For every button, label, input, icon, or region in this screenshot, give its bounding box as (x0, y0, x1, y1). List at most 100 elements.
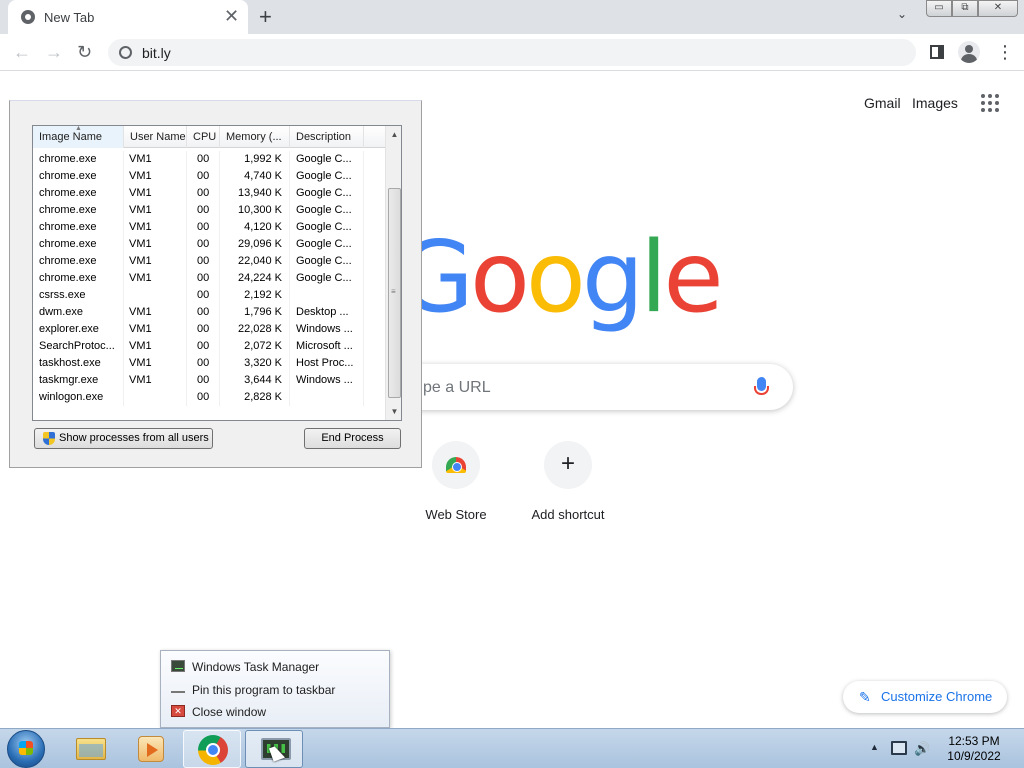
scrollbar-grip-icon: ≡ (391, 287, 396, 296)
jump-list-item-pin[interactable]: Pin this program to taskbar (161, 679, 389, 701)
network-icon[interactable] (891, 741, 907, 755)
shortcut-add[interactable]: + Add shortcut (512, 441, 624, 522)
process-row[interactable]: chrome.exe VM1 00 24,224 K Google C... (33, 270, 385, 287)
column-header-filler (364, 126, 385, 148)
process-row[interactable]: taskhost.exe VM1 00 3,320 K Host Proc... (33, 355, 385, 372)
column-header-image-name[interactable]: ▲ Image Name (33, 126, 124, 148)
taskbar-explorer[interactable] (61, 730, 119, 768)
site-info-icon[interactable] (119, 46, 132, 59)
process-memory: 4,120 K (220, 219, 290, 236)
reload-button[interactable]: ↻ (77, 41, 92, 63)
process-row[interactable]: SearchProtoc... VM1 00 2,072 K Microsoft ... (33, 338, 385, 355)
process-cpu: 00 (187, 151, 220, 168)
process-list[interactable]: ▲ Image Name User Name CPU Memory (... D… (32, 125, 402, 421)
process-image-name: chrome.exe (33, 253, 124, 270)
column-header-cpu[interactable]: CPU (187, 126, 220, 148)
process-image-name: chrome.exe (33, 236, 124, 253)
column-header-user-name[interactable]: User Name (124, 126, 187, 148)
taskbar-task-manager[interactable] (245, 730, 303, 768)
chrome-favicon-icon (21, 10, 35, 24)
process-cpu: 00 (187, 202, 220, 219)
process-list-scrollbar[interactable]: ▲ ≡ ▼ (385, 126, 401, 420)
process-row[interactable]: explorer.exe VM1 00 22,028 K Windows ... (33, 321, 385, 338)
customize-chrome-button[interactable]: ✎ Customize Chrome (843, 681, 1007, 713)
chrome-menu-icon[interactable]: ⋮ (996, 41, 1014, 63)
tab-close-icon[interactable]: ✕ (224, 6, 239, 26)
minimize-button[interactable]: ▭ (926, 0, 952, 17)
back-button[interactable]: ← (13, 41, 31, 63)
process-description: Google C... (290, 185, 364, 202)
volume-icon[interactable]: 🔊 (914, 741, 930, 757)
process-row[interactable]: chrome.exe VM1 00 1,992 K Google C... (33, 151, 385, 168)
jump-list-item-close[interactable]: ✕ Close window (161, 701, 389, 723)
process-image-name: explorer.exe (33, 321, 124, 338)
tab-search-icon[interactable]: ⌄ (897, 7, 907, 21)
column-header-memory[interactable]: Memory (... (220, 126, 290, 148)
process-rows: chrome.exe VM1 00 1,992 K Google C... chrome.… (33, 151, 385, 406)
side-panel-icon[interactable] (930, 45, 944, 59)
process-row[interactable]: csrss.exe 00 2,192 K (33, 287, 385, 304)
google-apps-icon[interactable] (981, 94, 999, 112)
process-memory: 24,224 K (220, 270, 290, 287)
shortcut-tile[interactable] (432, 441, 480, 489)
process-row[interactable]: winlogon.exe 00 2,828 K (33, 389, 385, 406)
close-button[interactable]: ✕ (978, 0, 1018, 17)
process-row[interactable]: chrome.exe VM1 00 4,120 K Google C... (33, 219, 385, 236)
system-clock[interactable]: 12:53 PM 10/9/2022 (938, 734, 1010, 764)
process-row[interactable]: chrome.exe VM1 00 29,096 K Google C... (33, 236, 385, 253)
forward-button[interactable]: → (45, 41, 63, 63)
window-controls: ▭ ⧉ ✕ (926, 0, 1018, 17)
close-window-icon: ✕ (171, 705, 185, 717)
process-user-name: VM1 (124, 219, 187, 236)
microphone-icon[interactable] (754, 377, 769, 395)
process-image-name: taskmgr.exe (33, 372, 124, 389)
process-row[interactable]: chrome.exe VM1 00 22,040 K Google C... (33, 253, 385, 270)
taskbar-media-player[interactable] (122, 730, 180, 768)
shortcut-tile[interactable]: + (544, 441, 592, 489)
process-image-name: chrome.exe (33, 185, 124, 202)
process-user-name: VM1 (124, 304, 187, 321)
address-bar[interactable]: bit.ly (108, 39, 916, 66)
process-row[interactable]: chrome.exe VM1 00 4,740 K Google C... (33, 168, 385, 185)
process-user-name (124, 389, 187, 406)
process-image-name: csrss.exe (33, 287, 124, 304)
scroll-up-icon[interactable]: ▲ (386, 126, 401, 143)
taskbar-chrome[interactable] (183, 730, 241, 768)
search-placeholder: pe a URL (423, 379, 491, 396)
restore-button[interactable]: ⧉ (952, 0, 978, 17)
scroll-down-icon[interactable]: ▼ (386, 403, 401, 420)
process-row[interactable]: chrome.exe VM1 00 10,300 K Google C... (33, 202, 385, 219)
gmail-link[interactable]: Gmail (864, 95, 901, 111)
process-row[interactable]: chrome.exe VM1 00 13,940 K Google C... (33, 185, 385, 202)
process-description: Windows ... (290, 372, 364, 389)
column-header-description[interactable]: Description (290, 126, 364, 148)
new-tab-button[interactable]: + (259, 4, 272, 30)
process-description: Google C... (290, 202, 364, 219)
pencil-icon: ✎ (859, 689, 871, 705)
process-cpu: 00 (187, 185, 220, 202)
process-row[interactable]: dwm.exe VM1 00 1,796 K Desktop ... (33, 304, 385, 321)
process-description: Windows ... (290, 321, 364, 338)
jump-list-label: Pin this program to taskbar (192, 683, 336, 697)
scrollbar-thumb[interactable]: ≡ (388, 188, 401, 398)
task-manager-icon (171, 660, 185, 672)
google-logo-letter: g (581, 221, 644, 335)
start-button[interactable] (7, 730, 45, 768)
search-box[interactable]: pe a URL (400, 364, 793, 410)
tab-new-tab[interactable]: New Tab ✕ (8, 0, 248, 34)
process-cpu: 00 (187, 321, 220, 338)
process-description: Google C... (290, 168, 364, 185)
plus-icon: + (560, 450, 575, 477)
process-user-name: VM1 (124, 321, 187, 338)
process-description: Google C... (290, 270, 364, 287)
process-memory: 22,028 K (220, 321, 290, 338)
process-user-name: VM1 (124, 372, 187, 389)
images-link[interactable]: Images (912, 95, 958, 111)
end-process-button[interactable]: End Process (304, 428, 401, 449)
profile-avatar-icon[interactable] (958, 41, 980, 63)
address-bar-url[interactable]: bit.ly (142, 45, 171, 61)
process-row[interactable]: taskmgr.exe VM1 00 3,644 K Windows ... (33, 372, 385, 389)
show-all-processes-button[interactable]: Show processes from all users (34, 428, 213, 449)
show-hidden-icons-icon[interactable]: ▲ (870, 742, 879, 752)
jump-list-item-task-manager[interactable]: Windows Task Manager (161, 656, 389, 678)
